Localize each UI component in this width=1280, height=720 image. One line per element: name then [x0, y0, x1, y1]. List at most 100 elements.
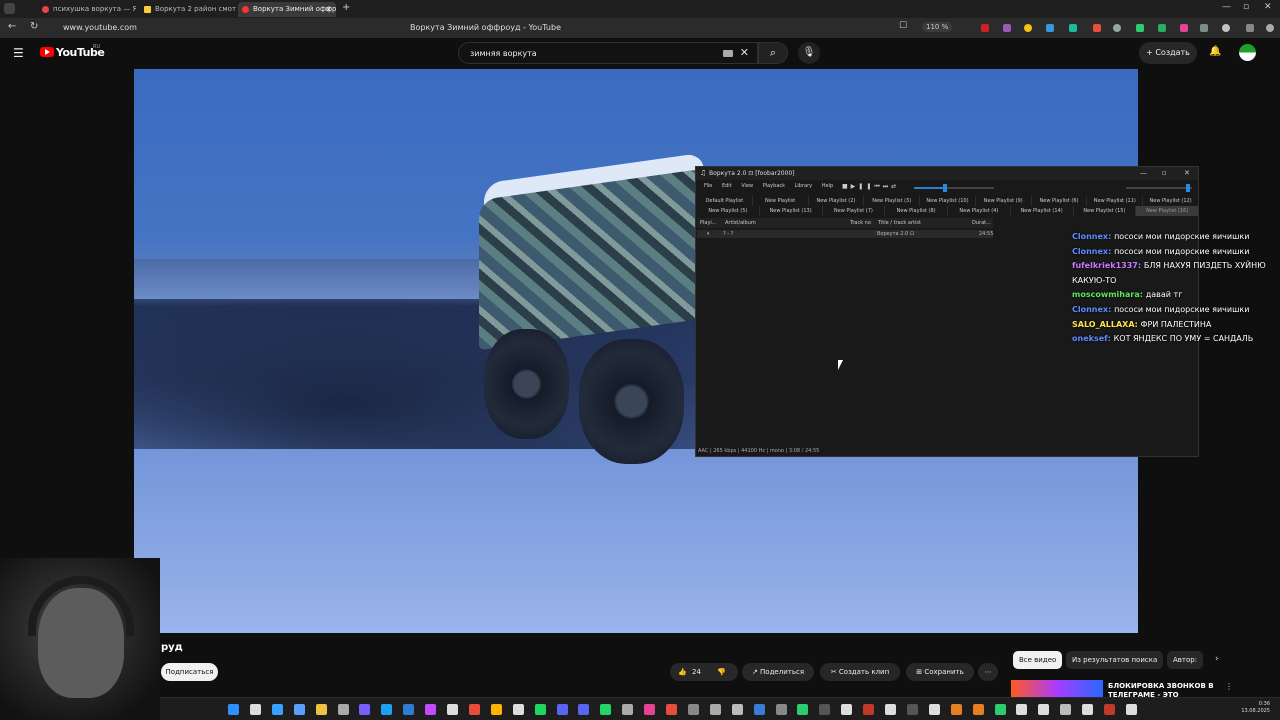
- playlist-tab[interactable]: New Playlist: [753, 196, 809, 206]
- app-icon[interactable]: [687, 704, 699, 715]
- playlist-tab[interactable]: New Playlist (2): [809, 196, 865, 206]
- avatar[interactable]: [1239, 44, 1256, 61]
- app-icon[interactable]: [753, 704, 765, 715]
- foobar-maximize-icon[interactable]: ▫: [1162, 167, 1167, 180]
- extension-icon-9[interactable]: [1158, 24, 1166, 32]
- extension-icon-5[interactable]: [1069, 24, 1077, 32]
- extension-icon-10[interactable]: [1180, 24, 1188, 32]
- voice-search-button[interactable]: 🎙: [798, 42, 820, 64]
- like-count[interactable]: 24: [692, 663, 701, 681]
- more-actions-button[interactable]: ⋯: [978, 663, 998, 681]
- telegram-icon[interactable]: [381, 704, 393, 715]
- playlist-tab[interactable]: New Playlist (15): [1074, 206, 1137, 216]
- playlist-tab[interactable]: New Playlist (8): [885, 206, 948, 216]
- app-icon[interactable]: [972, 704, 984, 715]
- col-track[interactable]: Track no: [850, 218, 871, 228]
- browser-menu-icon[interactable]: [4, 3, 15, 14]
- youtube-logo-icon[interactable]: [40, 47, 54, 57]
- playlist-tab[interactable]: New Playlist (11): [1087, 196, 1144, 206]
- file-explorer-icon[interactable]: [315, 704, 327, 715]
- playlist-tab[interactable]: New Playlist (12): [1143, 196, 1199, 206]
- menu-icon[interactable]: ☰: [13, 46, 24, 60]
- chevron-right-icon[interactable]: ›: [1215, 654, 1219, 664]
- random-icon[interactable]: ⇄: [891, 183, 899, 190]
- task-view-icon[interactable]: [271, 704, 283, 715]
- app-icon[interactable]: [1038, 704, 1050, 715]
- app-icon[interactable]: [928, 704, 940, 715]
- playlist-tab[interactable]: New Playlist (3): [864, 196, 921, 206]
- app-icon[interactable]: [512, 704, 524, 715]
- extension-icon-12[interactable]: [1222, 24, 1230, 32]
- extension-icon-8[interactable]: [1136, 24, 1144, 32]
- app-icon[interactable]: [885, 704, 896, 715]
- app-icon[interactable]: [490, 704, 502, 715]
- settings-icon[interactable]: [337, 704, 349, 715]
- foobar-seekbar[interactable]: [914, 184, 994, 192]
- previous-icon[interactable]: ⏮: [874, 183, 882, 190]
- reload-icon[interactable]: ↻: [30, 21, 38, 32]
- playlist-tab[interactable]: New Playlist (5): [697, 206, 760, 216]
- extension-icon-3[interactable]: [1024, 24, 1032, 32]
- col-playing[interactable]: Playi...: [700, 218, 717, 228]
- notifications-bell-icon[interactable]: 🔔: [1209, 46, 1221, 57]
- discord-icon[interactable]: [556, 704, 568, 715]
- like-icon[interactable]: 👍: [678, 663, 687, 681]
- recommendation-menu-icon[interactable]: ⋮: [1225, 682, 1233, 691]
- browser-tab-2[interactable]: Воркута 2 район смотре: [140, 2, 236, 17]
- app-icon[interactable]: [731, 704, 743, 715]
- app-icon[interactable]: [1104, 704, 1115, 715]
- menu-help[interactable]: Help: [822, 183, 833, 189]
- extension-icon-7[interactable]: [1113, 24, 1121, 32]
- yandex-browser-icon[interactable]: [447, 704, 458, 715]
- app-icon[interactable]: [666, 704, 677, 715]
- browser-settings-icon[interactable]: [1266, 24, 1274, 32]
- filter-from-search[interactable]: Из результатов поиска: [1066, 651, 1164, 669]
- back-icon[interactable]: ←: [8, 21, 16, 32]
- app-icon[interactable]: [709, 704, 721, 715]
- whatsapp-icon[interactable]: [600, 704, 612, 715]
- close-tab-icon[interactable]: ✕: [325, 2, 332, 17]
- app-icon[interactable]: [906, 704, 918, 715]
- subscribe-button[interactable]: Подписаться: [161, 663, 218, 681]
- url-text[interactable]: www.youtube.com: [63, 23, 137, 32]
- foobar-volume-slider[interactable]: [1126, 184, 1192, 192]
- app-icon[interactable]: [863, 704, 875, 715]
- app-icon[interactable]: [841, 704, 853, 715]
- extension-icon-2[interactable]: [1003, 24, 1011, 32]
- app-icon[interactable]: [1125, 704, 1137, 715]
- app-icon[interactable]: [994, 704, 1006, 715]
- music-icon[interactable]: [644, 704, 656, 715]
- playlist-tab[interactable]: New Playlist (14): [1011, 206, 1074, 216]
- extension-icon-6[interactable]: [1093, 24, 1101, 32]
- download-icon[interactable]: [1246, 24, 1254, 32]
- playlist-tab[interactable]: New Playlist (7): [823, 206, 886, 216]
- close-window-icon[interactable]: ✕: [1264, 2, 1272, 12]
- widgets-icon[interactable]: [293, 704, 305, 715]
- menu-library[interactable]: Library: [795, 183, 812, 189]
- system-clock[interactable]: 0:36 13.08.2025: [1241, 701, 1270, 715]
- seek-handle[interactable]: [942, 184, 947, 192]
- app-icon[interactable]: [797, 704, 809, 715]
- col-duration[interactable]: Durat...: [972, 218, 991, 228]
- volume-handle[interactable]: [1186, 184, 1191, 192]
- maximize-icon[interactable]: ▫: [1243, 2, 1249, 12]
- search-button[interactable]: ⌕: [758, 42, 788, 64]
- filter-author[interactable]: Автор:: [1167, 651, 1204, 669]
- foobar-minimize-icon[interactable]: —: [1140, 167, 1147, 180]
- playlist-tab[interactable]: New Playlist (10): [920, 196, 976, 206]
- new-tab-button[interactable]: +: [342, 2, 350, 13]
- app-icon[interactable]: [1082, 704, 1094, 715]
- discord-icon[interactable]: [578, 704, 590, 715]
- clear-search-icon[interactable]: ✕: [740, 46, 749, 59]
- pause-icon[interactable]: ❚❚: [858, 183, 874, 190]
- menu-file[interactable]: File: [704, 183, 712, 189]
- playlist-tab[interactable]: New Playlist (6): [1032, 196, 1088, 206]
- zoom-indicator[interactable]: 110 %: [922, 22, 953, 32]
- playlist-tab[interactable]: New Playlist (16): [1136, 206, 1199, 216]
- playlist-tab[interactable]: New Playlist (13): [760, 206, 823, 216]
- app-icon[interactable]: [1016, 704, 1028, 715]
- search-query[interactable]: зимняя воркута: [470, 49, 537, 58]
- spotify-icon[interactable]: [534, 704, 546, 715]
- col-title[interactable]: Title / track artist: [878, 218, 921, 228]
- menu-edit[interactable]: Edit: [722, 183, 732, 189]
